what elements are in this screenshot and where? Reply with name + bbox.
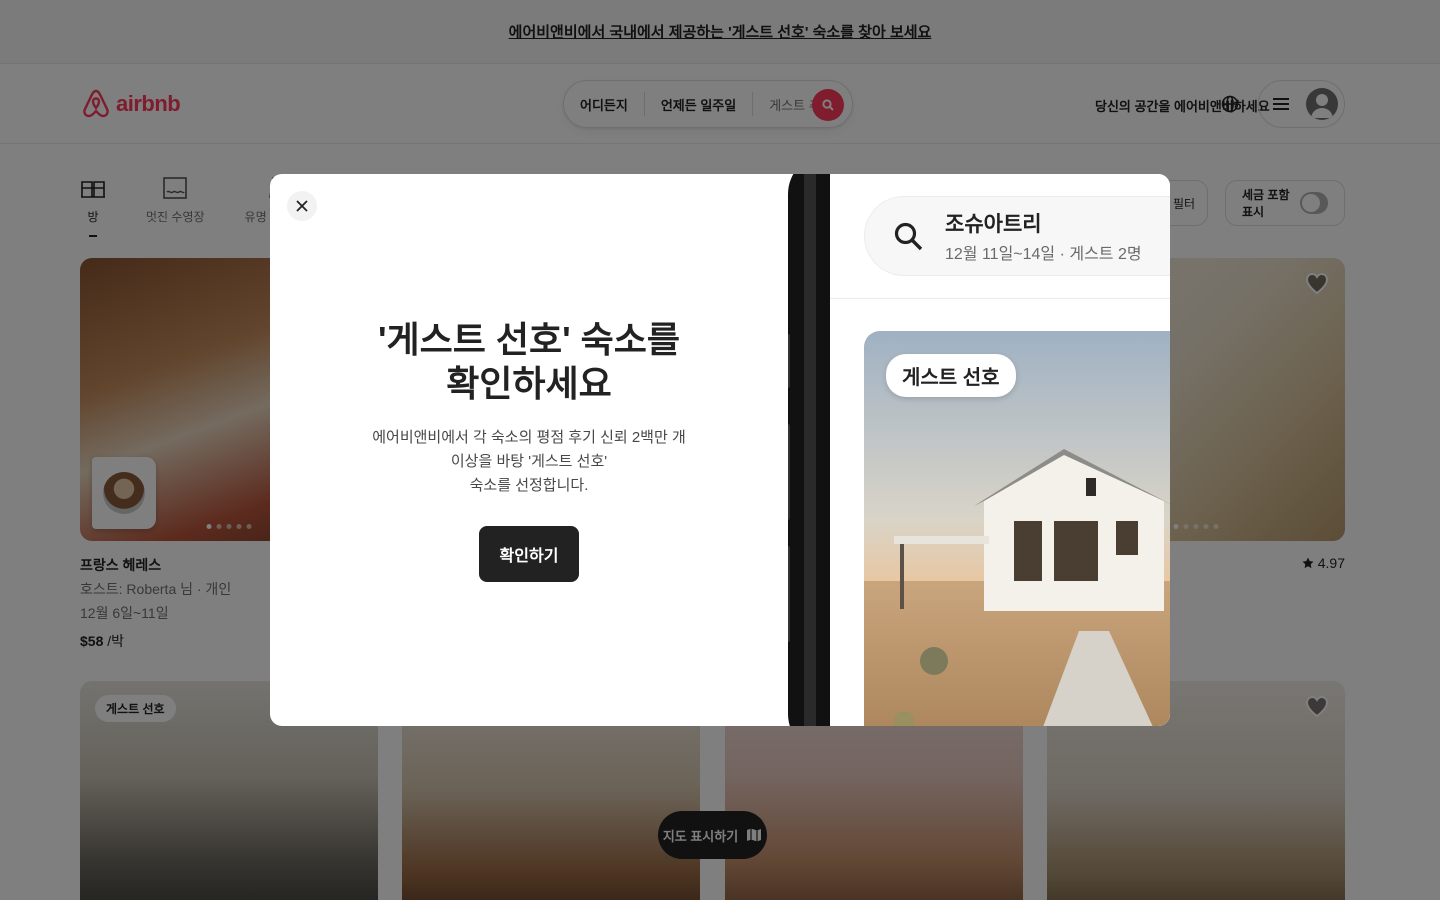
app-search-title: 조슈아트리: [945, 213, 1042, 236]
modal-description-line1: 에어비앤비에서 각 숙소의 평점 후기 신뢰 2백만 개 이상을 바탕 '게스트…: [372, 429, 686, 470]
phone-frame: [788, 174, 832, 726]
guest-favorite-modal: '게스트 선호' 숙소를 확인하세요 에어비앤비에서 각 숙소의 평점 후기 신…: [270, 174, 1170, 726]
phone-side-button: [788, 546, 790, 642]
phone-illustration: 조슈아트리 12월 11일~14일 · 게스트 2명 게스트 선호: [788, 174, 1170, 726]
modal-content: '게스트 선호' 숙소를 확인하세요 에어비앤비에서 각 숙소의 평점 후기 신…: [270, 174, 788, 726]
phone-screen: 조슈아트리 12월 11일~14일 · 게스트 2명 게스트 선호: [830, 174, 1170, 726]
app-search-pill: 조슈아트리 12월 11일~14일 · 게스트 2명: [864, 196, 1170, 276]
phone-side-button: [788, 424, 790, 520]
close-button[interactable]: [287, 191, 317, 221]
app-search-subtitle: 12월 11일~14일 · 게스트 2명: [945, 246, 1142, 263]
app-divider: [830, 298, 1170, 299]
app-guest-favorite-badge: 게스트 선호: [886, 354, 1016, 397]
phone-side-button: [788, 334, 790, 388]
confirm-button[interactable]: 확인하기: [479, 526, 579, 582]
modal-title-line1: '게스트 선호' 숙소를: [377, 319, 681, 360]
modal-title-line2: 확인하세요: [446, 363, 612, 404]
app-search-text: 조슈아트리 12월 11일~14일 · 게스트 2명: [945, 208, 1142, 264]
modal-title: '게스트 선호' 숙소를 확인하세요: [378, 318, 680, 406]
modal-description: 에어비앤비에서 각 숙소의 평점 후기 신뢰 2백만 개 이상을 바탕 '게스트…: [364, 426, 694, 498]
search-icon: [894, 222, 923, 251]
close-icon: [296, 200, 308, 212]
modal-description-line2: 숙소를 선정합니다.: [469, 477, 589, 494]
app-listing-card: 게스트 선호: [864, 331, 1170, 726]
